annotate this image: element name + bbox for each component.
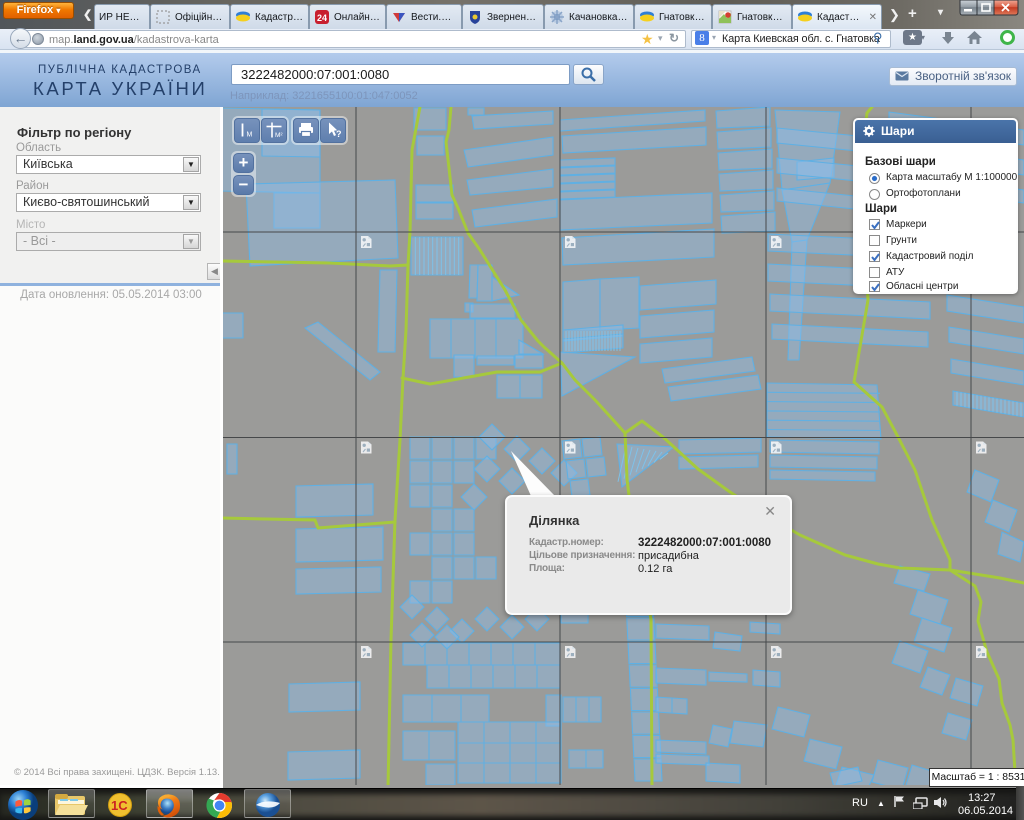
svg-text:?: ? — [336, 129, 342, 139]
svg-text:1С: 1С — [111, 798, 128, 813]
svg-text:24: 24 — [317, 13, 327, 23]
svg-text:M: M — [247, 132, 253, 139]
svg-text:M²: M² — [275, 132, 283, 139]
